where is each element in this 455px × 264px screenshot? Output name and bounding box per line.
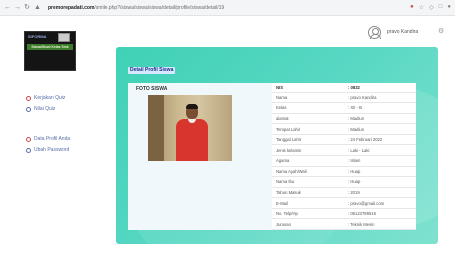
row-key: Jurusan: [272, 218, 344, 230]
reload-icon[interactable]: ↻: [24, 4, 30, 11]
row-key: Jenis kelamin: [272, 144, 344, 156]
header-username[interactable]: pravo Kandira: [387, 29, 418, 35]
row-key: Tempat Lahir: [272, 123, 344, 135]
sidebar-item-ubah-password[interactable]: Ubah Password: [26, 147, 69, 153]
sidebar-item-label: Ubah Password: [34, 147, 70, 153]
row-value: : Huap: [344, 176, 416, 188]
row-key: alamat: [272, 113, 344, 125]
back-arrow-icon[interactable]: ←: [4, 4, 11, 11]
row-value: : Madiun: [344, 113, 416, 125]
student-photo: [148, 95, 232, 161]
logo-title: SIFORMA: [28, 34, 47, 39]
row-key: Nama Ayah/Wali: [272, 166, 344, 178]
sidebar-item-label: Data Profil Anda: [34, 136, 71, 142]
row-key: Kelas: [272, 102, 344, 114]
shield-icon[interactable]: ◇: [429, 4, 434, 11]
photo-person-shirt: [176, 119, 208, 161]
row-key: Nama: [272, 92, 344, 104]
lock-icon: ▲: [34, 4, 41, 11]
row-value: : 24 Februari 2022: [344, 134, 416, 146]
row-key: No. Telp/Hp: [272, 208, 344, 220]
photo-person-hair: [186, 104, 198, 109]
row-value: : Huap: [344, 166, 416, 178]
logo-image: [58, 33, 70, 42]
sidebar: [0, 46, 110, 264]
table-row: No. Telp/Hp: 08123789516: [272, 208, 416, 220]
forward-arrow-icon[interactable]: →: [14, 4, 21, 11]
table-row: Nama Ayah/Wali: Huap: [272, 166, 416, 178]
gear-icon[interactable]: ⚙: [438, 27, 444, 35]
url-path: /smile.php?/siswa/siswa/siswa/detail/pro…: [94, 4, 225, 11]
row-value: : pravo@gmail.com: [344, 197, 416, 209]
profile-icon[interactable]: ●: [447, 4, 451, 11]
circle-icon: [26, 147, 31, 153]
table-row: Tahun Masuk: 2019: [272, 187, 416, 199]
circle-icon: [26, 136, 31, 142]
student-info-table: NIS : 0832 Nama: pravo Kandira Kelas: XI…: [272, 83, 416, 230]
window-icon[interactable]: □: [439, 4, 443, 11]
table-row: Nama: pravo Kandira: [272, 92, 416, 104]
sidebar-item-nilai-quiz[interactable]: Nilai Quiz: [26, 106, 55, 112]
table-header-value: : 0832: [344, 83, 416, 93]
row-value: : Islam: [344, 155, 416, 167]
user-avatar-icon[interactable]: [368, 26, 381, 39]
row-value: : Laki - Laki: [344, 144, 416, 156]
logo-badge: Siswa/Siswi Kelas Smk: [27, 44, 73, 50]
circle-icon: [26, 106, 31, 112]
table-row: E-Mail: pravo@gmail.com: [272, 197, 416, 209]
row-key: Tahun Masuk: [272, 187, 344, 199]
browser-toolbar-icons: ● ☆ ◇ □ ●: [410, 4, 451, 11]
table-row: Jurusan: Teknik Mesin: [272, 218, 416, 230]
table-row: Tanggal Lahir: 24 Februari 2022: [272, 134, 416, 146]
table-row: Jenis kelamin: Laki - Laki: [272, 144, 416, 156]
row-key: Tanggal Lahir: [272, 134, 344, 146]
sidebar-item-label: Nilai Quiz: [34, 106, 56, 112]
row-value: : Teknik Mesin: [344, 218, 416, 230]
bookmark-star-icon[interactable]: ☆: [419, 4, 424, 11]
school-logo: SIFORMA Siswa/Siswi Kelas Smk: [24, 31, 76, 71]
sidebar-item-label: Kerjakan Quiz: [34, 95, 66, 101]
photo-label: FOTO SISWA: [136, 86, 168, 92]
row-key: Nama Ibu: [272, 176, 344, 188]
row-value: : 2019: [344, 187, 416, 199]
row-key: Agama: [272, 155, 344, 167]
row-value: : pravo Kandira: [344, 92, 416, 104]
browser-address-bar: ← → ↻ ▲ premorepadati.com /smile.php?/si…: [0, 0, 455, 16]
url-field[interactable]: premorepadati.com /smile.php?/siswa/sisw…: [48, 5, 224, 11]
extension-icon[interactable]: ●: [410, 4, 414, 11]
photo-door: [148, 95, 164, 161]
circle-icon: [26, 95, 31, 101]
page-title: Detail Profil Siswa: [128, 67, 176, 74]
url-host: premorepadati.com: [48, 4, 95, 11]
row-value: : 08123789516: [344, 208, 416, 220]
table-row: Agama: Islam: [272, 155, 416, 167]
table-row: Kelas: XII - B: [272, 102, 416, 114]
sidebar-item-kerjakan-quiz[interactable]: Kerjakan Quiz: [26, 95, 65, 101]
table-header-key: NIS: [272, 83, 344, 93]
table-row: Nama Ibu: Huap: [272, 176, 416, 188]
table-header-row: NIS : 0832: [272, 83, 416, 93]
row-key: E-Mail: [272, 197, 344, 209]
row-value: : XII - B: [344, 102, 416, 114]
sidebar-item-data-profil[interactable]: Data Profil Anda: [26, 136, 70, 142]
table-row: Tempat Lahir: Madiun: [272, 123, 416, 135]
table-row: alamat: Madiun: [272, 113, 416, 125]
row-value: : Madiun: [344, 123, 416, 135]
